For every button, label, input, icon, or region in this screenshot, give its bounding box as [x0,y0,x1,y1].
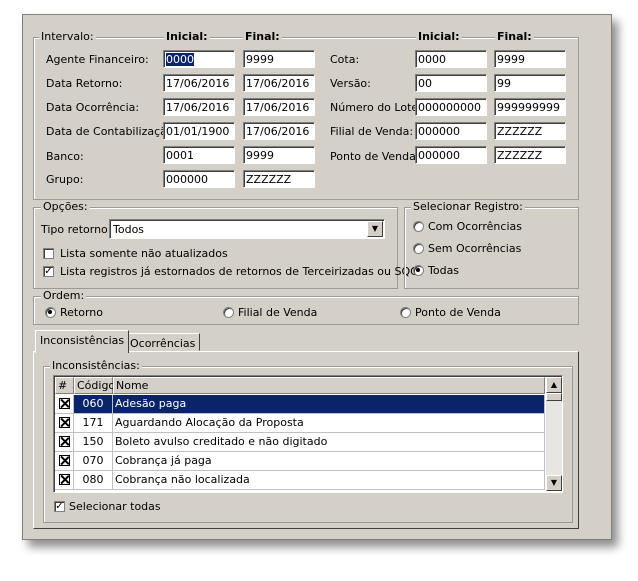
inconsistencias-legend: Inconsistências: [50,359,142,372]
data-retorno-inicial-input[interactable]: 17/06/2016 [163,74,235,92]
banco-final-input[interactable]: 9999 [243,146,315,164]
intervalo-col-final-left: Final: [243,30,282,43]
scroll-down-icon[interactable]: ▼ [546,475,562,491]
agente-financeiro-inicial-value: 0000 [166,53,194,66]
filial-venda-label: Filial de Venda: [330,125,414,138]
data-retorno-label: Data Retorno: [46,77,123,90]
ordem-ponto-venda-radio[interactable] [400,307,411,318]
row-checkbox[interactable] [59,417,70,428]
data-contabilizacao-inicial-input[interactable]: 01/01/1900 [163,122,235,140]
tipo-retorno-select[interactable]: Todos ▼ [109,219,385,239]
grupo-inicial-input[interactable]: 000000 [163,170,235,188]
banco-inicial-input[interactable]: 0001 [163,146,235,164]
column-header-hash[interactable]: # [55,377,74,394]
lista-nao-atualizados-checkbox[interactable] [43,248,54,259]
filial-venda-inicial-input[interactable]: 000000 [415,122,487,140]
data-contabilizacao-final-input[interactable]: 17/06/2016 [243,122,315,140]
cota-label: Cota: [330,53,360,66]
filial-venda-final-input[interactable]: ZZZZZZ [494,122,566,140]
cota-final-input[interactable]: 9999 [494,50,566,68]
scroll-up-icon[interactable]: ▲ [546,377,562,393]
ordem-retorno-label[interactable]: Retorno [60,306,103,319]
inconsistencias-grid[interactable]: # Código Nome 060 Adesão paga 171 Aguard… [53,375,563,493]
data-retorno-final-input[interactable]: 17/06/2016 [243,74,315,92]
agente-financeiro-final-input[interactable]: 9999 [243,50,315,68]
numero-lote-final-input[interactable]: 999999999 [494,98,566,116]
versao-label: Versão: [330,77,371,90]
nome-cell: Adesão paga [113,395,545,414]
numero-lote-inicial-input[interactable]: 000000000 [415,98,487,116]
ordem-ponto-venda-label[interactable]: Ponto de Venda [415,306,501,319]
intervalo-legend: Intervalo: [39,30,96,43]
row-checkbox[interactable] [59,474,70,485]
tipo-retorno-value: Todos [113,223,145,236]
tab-inconsistencias[interactable]: Inconsistências [35,330,130,353]
grupo-label: Grupo: [46,173,84,186]
row-checkbox[interactable] [59,455,70,466]
agente-financeiro-inicial-input[interactable]: 0000 [163,50,235,68]
nome-cell: Cobrança não localizada [113,471,545,490]
ordem-retorno-radio[interactable] [45,307,56,318]
nome-cell: Cobrança já paga [113,452,545,471]
codigo-cell: 060 [74,395,113,414]
ponto-venda-label: Ponto de Venda: [330,150,420,163]
com-ocorrencias-radio[interactable] [413,221,424,232]
sem-ocorrencias-label[interactable]: Sem Ocorrências [428,242,521,255]
table-row[interactable]: 150 Boleto avulso creditado e não digita… [55,433,545,452]
ordem-legend: Ordem: [41,289,87,302]
filter-dialog: Intervalo: Inicial: Final: Inicial: Fina… [22,14,612,540]
lista-estornados-label[interactable]: Lista registros já estornados de retorno… [60,265,419,278]
tab-ocorrencias[interactable]: Ocorrências [125,333,201,351]
selecionar-todas-checkbox[interactable]: ✓ [54,501,65,512]
nome-cell: Boleto avulso creditado e não digitado [113,433,545,452]
banco-label: Banco: [46,150,84,163]
column-header-codigo[interactable]: Código [74,377,115,394]
chevron-down-icon[interactable]: ▼ [367,221,383,237]
agente-financeiro-label: Agente Financeiro: [46,53,149,66]
column-header-nome[interactable]: Nome [113,377,545,394]
lista-estornados-checkbox[interactable]: ✓ [43,266,54,277]
ordem-filial-venda-radio[interactable] [223,307,234,318]
table-row[interactable]: 060 Adesão paga [55,395,545,414]
ponto-venda-inicial-input[interactable]: 000000 [415,146,487,164]
data-ocorrencia-inicial-input[interactable]: 17/06/2016 [163,98,235,116]
tipo-retorno-label: Tipo retorno: [41,223,112,236]
opcoes-legend: Opções: [41,200,90,213]
row-checkbox[interactable] [59,398,70,409]
codigo-cell: 150 [74,433,113,452]
nome-cell: Aguardando Alocação da Proposta [113,414,545,433]
table-row[interactable]: 070 Cobrança já paga [55,452,545,471]
data-ocorrencia-final-input[interactable]: 17/06/2016 [243,98,315,116]
todas-radio[interactable] [413,265,424,276]
codigo-cell: 171 [74,414,113,433]
lista-nao-atualizados-label[interactable]: Lista somente não atualizados [60,247,228,260]
scroll-thumb[interactable] [546,393,562,401]
table-row[interactable]: 171 Aguardando Alocação da Proposta [55,414,545,433]
versao-final-input[interactable]: 99 [494,74,566,92]
data-ocorrencia-label: Data Ocorrência: [46,101,140,114]
table-row[interactable]: 080 Cobrança não localizada [55,471,545,490]
com-ocorrencias-label[interactable]: Com Ocorrências [428,220,522,233]
selecionar-registro-legend: Selecionar Registro: [411,200,525,213]
cota-inicial-input[interactable]: 0000 [415,50,487,68]
versao-inicial-input[interactable]: 00 [415,74,487,92]
intervalo-col-inicial-left: Inicial: [164,30,210,43]
row-checkbox[interactable] [59,436,70,447]
codigo-cell: 070 [74,452,113,471]
ponto-venda-final-input[interactable]: ZZZZZZ [494,146,566,164]
numero-lote-label: Número do Lote: [330,101,422,114]
codigo-cell: 080 [74,471,113,490]
data-contabilizacao-label: Data de Contabilização: [46,125,178,138]
vertical-scrollbar[interactable]: ▲ ▼ [546,377,562,491]
grupo-final-input[interactable]: ZZZZZZ [243,170,315,188]
intervalo-col-inicial-right: Inicial: [416,30,462,43]
selecionar-todas-label[interactable]: Selecionar todas [69,500,161,513]
ordem-filial-venda-label[interactable]: Filial de Venda [238,306,317,319]
intervalo-col-final-right: Final: [495,30,534,43]
todas-label[interactable]: Todas [428,264,459,277]
sem-ocorrencias-radio[interactable] [413,243,424,254]
